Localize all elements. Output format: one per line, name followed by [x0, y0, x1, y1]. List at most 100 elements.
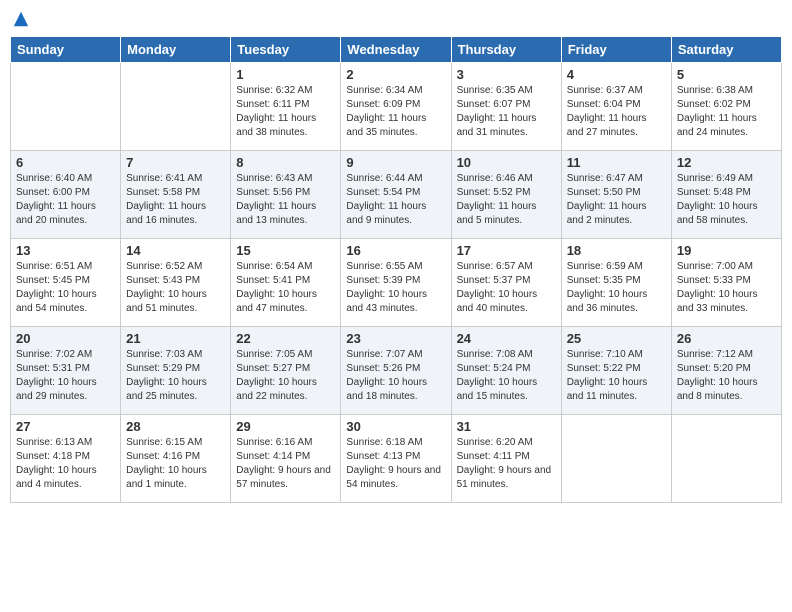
day-number: 29: [236, 419, 335, 434]
calendar-cell: 23 Sunrise: 7:07 AMSunset: 5:26 PMDayligh…: [341, 327, 451, 415]
day-info: Sunrise: 6:13 AMSunset: 4:18 PMDaylight:…: [16, 436, 115, 492]
day-info: Sunrise: 6:55 AMSunset: 5:39 PMDaylight:…: [346, 260, 445, 316]
header-day: Tuesday: [231, 37, 341, 63]
day-info: Sunrise: 6:46 AMSunset: 5:52 PMDaylight:…: [457, 172, 556, 228]
day-number: 2: [346, 67, 445, 82]
calendar-cell: [121, 63, 231, 151]
day-number: 5: [677, 67, 776, 82]
logo: [10, 10, 30, 28]
calendar-week-row: 6 Sunrise: 6:40 AMSunset: 6:00 PMDaylight…: [11, 151, 782, 239]
day-number: 20: [16, 331, 115, 346]
calendar-cell: [671, 415, 781, 503]
day-number: 22: [236, 331, 335, 346]
day-info: Sunrise: 6:32 AMSunset: 6:11 PMDaylight:…: [236, 84, 335, 140]
day-info: Sunrise: 6:52 AMSunset: 5:43 PMDaylight:…: [126, 260, 225, 316]
day-info: Sunrise: 6:54 AMSunset: 5:41 PMDaylight:…: [236, 260, 335, 316]
calendar-cell: 16 Sunrise: 6:55 AMSunset: 5:39 PMDayligh…: [341, 239, 451, 327]
day-info: Sunrise: 6:37 AMSunset: 6:04 PMDaylight:…: [567, 84, 666, 140]
calendar-cell: 9 Sunrise: 6:44 AMSunset: 5:54 PMDaylight…: [341, 151, 451, 239]
calendar-cell: 24 Sunrise: 7:08 AMSunset: 5:24 PMDayligh…: [451, 327, 561, 415]
calendar-cell: 17 Sunrise: 6:57 AMSunset: 5:37 PMDayligh…: [451, 239, 561, 327]
day-info: Sunrise: 6:41 AMSunset: 5:58 PMDaylight:…: [126, 172, 225, 228]
day-number: 21: [126, 331, 225, 346]
day-info: Sunrise: 7:07 AMSunset: 5:26 PMDaylight:…: [346, 348, 445, 404]
day-info: Sunrise: 7:03 AMSunset: 5:29 PMDaylight:…: [126, 348, 225, 404]
day-info: Sunrise: 6:35 AMSunset: 6:07 PMDaylight:…: [457, 84, 556, 140]
day-number: 26: [677, 331, 776, 346]
calendar-cell: 19 Sunrise: 7:00 AMSunset: 5:33 PMDayligh…: [671, 239, 781, 327]
calendar-cell: [11, 63, 121, 151]
day-number: 9: [346, 155, 445, 170]
calendar-cell: 28Sunrise: 6:15 AMSunset: 4:16 PMDayligh…: [121, 415, 231, 503]
day-info: Sunrise: 6:44 AMSunset: 5:54 PMDaylight:…: [346, 172, 445, 228]
header-day: Monday: [121, 37, 231, 63]
day-number: 28: [126, 419, 225, 434]
day-info: Sunrise: 6:43 AMSunset: 5:56 PMDaylight:…: [236, 172, 335, 228]
day-number: 23: [346, 331, 445, 346]
day-info: Sunrise: 6:47 AMSunset: 5:50 PMDaylight:…: [567, 172, 666, 228]
calendar-cell: 18Sunrise: 6:59 AMSunset: 5:35 PMDayligh…: [561, 239, 671, 327]
day-info: Sunrise: 6:38 AMSunset: 6:02 PMDaylight:…: [677, 84, 776, 140]
calendar-cell: 29 Sunrise: 6:16 AMSunset: 4:14 PMDayligh…: [231, 415, 341, 503]
day-info: Sunrise: 6:16 AMSunset: 4:14 PMDaylight:…: [236, 436, 335, 492]
day-info: Sunrise: 6:57 AMSunset: 5:37 PMDaylight:…: [457, 260, 556, 316]
day-info: Sunrise: 6:51 AMSunset: 5:45 PMDaylight:…: [16, 260, 115, 316]
calendar-cell: 14 Sunrise: 6:52 AMSunset: 5:43 PMDayligh…: [121, 239, 231, 327]
calendar-cell: 22 Sunrise: 7:05 AMSunset: 5:27 PMDayligh…: [231, 327, 341, 415]
calendar-cell: 11 Sunrise: 6:47 AMSunset: 5:50 PMDayligh…: [561, 151, 671, 239]
calendar-cell: 12Sunrise: 6:49 AMSunset: 5:48 PMDayligh…: [671, 151, 781, 239]
day-info: Sunrise: 7:08 AMSunset: 5:24 PMDaylight:…: [457, 348, 556, 404]
day-number: 30: [346, 419, 445, 434]
day-number: 13: [16, 243, 115, 258]
day-number: 6: [16, 155, 115, 170]
day-number: 4: [567, 67, 666, 82]
day-number: 31: [457, 419, 556, 434]
day-number: 16: [346, 243, 445, 258]
calendar-cell: 30 Sunrise: 6:18 AMSunset: 4:13 PMDayligh…: [341, 415, 451, 503]
calendar-cell: 4 Sunrise: 6:37 AMSunset: 6:04 PMDaylight…: [561, 63, 671, 151]
calendar-cell: 25Sunrise: 7:10 AMSunset: 5:22 PMDayligh…: [561, 327, 671, 415]
calendar-cell: 3 Sunrise: 6:35 AMSunset: 6:07 PMDaylight…: [451, 63, 561, 151]
calendar-cell: 2 Sunrise: 6:34 AMSunset: 6:09 PMDaylight…: [341, 63, 451, 151]
calendar-week-row: 20Sunrise: 7:02 AMSunset: 5:31 PMDayligh…: [11, 327, 782, 415]
logo-icon: [12, 10, 30, 28]
calendar-cell: 10 Sunrise: 6:46 AMSunset: 5:52 PMDayligh…: [451, 151, 561, 239]
day-info: Sunrise: 6:40 AMSunset: 6:00 PMDaylight:…: [16, 172, 115, 228]
header-day: Wednesday: [341, 37, 451, 63]
header-row: SundayMondayTuesdayWednesdayThursdayFrid…: [11, 37, 782, 63]
day-info: Sunrise: 7:12 AMSunset: 5:20 PMDaylight:…: [677, 348, 776, 404]
calendar-cell: 26 Sunrise: 7:12 AMSunset: 5:20 PMDayligh…: [671, 327, 781, 415]
header-day: Friday: [561, 37, 671, 63]
calendar-cell: 31Sunrise: 6:20 AMSunset: 4:11 PMDayligh…: [451, 415, 561, 503]
day-info: Sunrise: 7:05 AMSunset: 5:27 PMDaylight:…: [236, 348, 335, 404]
day-number: 17: [457, 243, 556, 258]
day-info: Sunrise: 6:59 AMSunset: 5:35 PMDaylight:…: [567, 260, 666, 316]
calendar-cell: 1Sunrise: 6:32 AMSunset: 6:11 PMDaylight…: [231, 63, 341, 151]
day-number: 24: [457, 331, 556, 346]
header-day: Thursday: [451, 37, 561, 63]
day-number: 7: [126, 155, 225, 170]
calendar-cell: [561, 415, 671, 503]
calendar-table: SundayMondayTuesdayWednesdayThursdayFrid…: [10, 36, 782, 503]
calendar-cell: 8Sunrise: 6:43 AMSunset: 5:56 PMDaylight…: [231, 151, 341, 239]
day-number: 3: [457, 67, 556, 82]
day-number: 15: [236, 243, 335, 258]
calendar-cell: 7 Sunrise: 6:41 AMSunset: 5:58 PMDaylight…: [121, 151, 231, 239]
calendar-week-row: 27 Sunrise: 6:13 AMSunset: 4:18 PMDayligh…: [11, 415, 782, 503]
page-header: [10, 10, 782, 28]
calendar-cell: 20Sunrise: 7:02 AMSunset: 5:31 PMDayligh…: [11, 327, 121, 415]
day-info: Sunrise: 7:10 AMSunset: 5:22 PMDaylight:…: [567, 348, 666, 404]
calendar-cell: 13 Sunrise: 6:51 AMSunset: 5:45 PMDayligh…: [11, 239, 121, 327]
day-number: 12: [677, 155, 776, 170]
day-number: 10: [457, 155, 556, 170]
day-info: Sunrise: 6:18 AMSunset: 4:13 PMDaylight:…: [346, 436, 445, 492]
header-day: Saturday: [671, 37, 781, 63]
day-number: 19: [677, 243, 776, 258]
day-number: 14: [126, 243, 225, 258]
day-number: 11: [567, 155, 666, 170]
calendar-week-row: 1Sunrise: 6:32 AMSunset: 6:11 PMDaylight…: [11, 63, 782, 151]
day-info: Sunrise: 7:00 AMSunset: 5:33 PMDaylight:…: [677, 260, 776, 316]
day-info: Sunrise: 6:34 AMSunset: 6:09 PMDaylight:…: [346, 84, 445, 140]
calendar-cell: 21 Sunrise: 7:03 AMSunset: 5:29 PMDayligh…: [121, 327, 231, 415]
day-number: 27: [16, 419, 115, 434]
